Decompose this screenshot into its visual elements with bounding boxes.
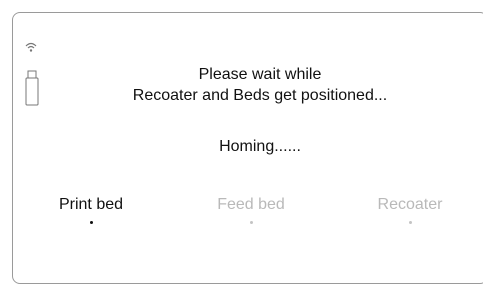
step-feed-bed: Feed bed	[186, 195, 316, 224]
wait-message-line1: Please wait while	[198, 66, 322, 83]
wait-message: Please wait while Recoater and Beds get …	[0, 64, 483, 106]
step-indicator-dot	[89, 221, 93, 224]
step-recoater: Recoater	[345, 195, 475, 224]
progress-steps: Print bed Feed bed Recoater	[0, 195, 483, 235]
wait-message-line2: Recoater and Beds get positioned...	[132, 87, 388, 104]
step-label: Feed bed	[217, 196, 285, 213]
step-label: Recoater	[377, 196, 443, 213]
step-indicator-dot	[408, 221, 412, 224]
status-text: Homing......	[219, 138, 301, 155]
wifi-icon	[25, 42, 37, 52]
step-label: Print bed	[58, 196, 124, 213]
step-print-bed: Print bed	[26, 195, 156, 224]
step-indicator-dot	[249, 221, 253, 224]
